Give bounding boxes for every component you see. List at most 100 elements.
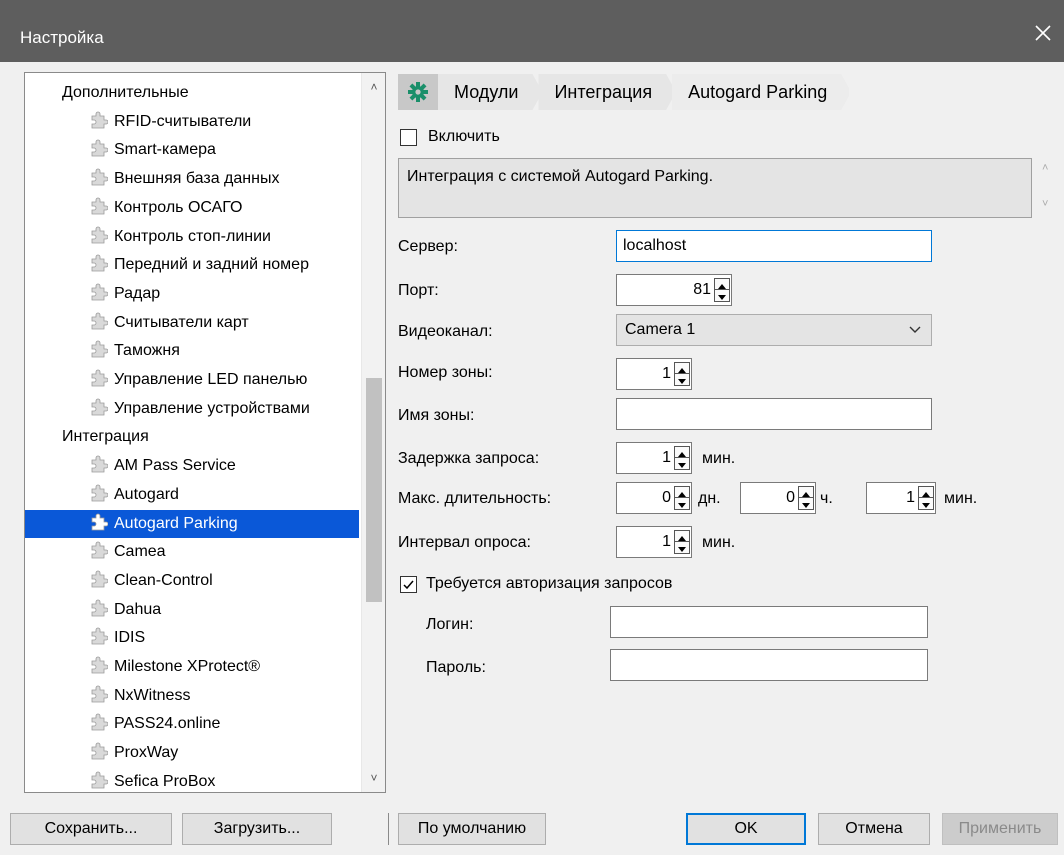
plugin-icon — [91, 599, 108, 616]
tree-item[interactable]: PASS24.online — [25, 710, 220, 738]
tree-item[interactable]: IDIS — [25, 624, 145, 652]
spin-up-icon[interactable] — [715, 279, 729, 290]
port-value[interactable]: 81 — [693, 275, 711, 305]
tree-item-label: Camea — [114, 543, 166, 561]
breadcrumb-modules[interactable]: Модули — [438, 74, 542, 110]
max-duration-minutes-spinner[interactable]: 1 — [866, 482, 936, 514]
tree-category[interactable]: Дополнительные — [25, 79, 189, 107]
gear-icon[interactable] — [398, 74, 438, 110]
tree-item[interactable]: Autogard — [25, 481, 179, 509]
zone-name-input[interactable] — [616, 398, 932, 430]
tree-item[interactable]: Управление устройствами — [25, 395, 310, 423]
spin-up-icon[interactable] — [675, 363, 689, 374]
enable-label[interactable]: Включить — [428, 127, 500, 147]
plugin-icon — [91, 513, 108, 530]
tree-item-label: Интеграция — [62, 428, 149, 446]
chevron-down-icon[interactable] — [909, 325, 921, 335]
tree-item[interactable]: ProxWay — [25, 739, 178, 767]
poll-interval-unit: мин. — [702, 534, 736, 551]
spin-down-icon[interactable] — [675, 458, 689, 469]
tree-item[interactable]: Dahua — [25, 596, 161, 624]
tree-item[interactable]: Радар — [25, 280, 160, 308]
tree-item[interactable]: Контроль ОСАГО — [25, 194, 242, 222]
tree-item[interactable]: Milestone XProtect® — [25, 653, 260, 681]
tree-item-label: Считыватели карт — [114, 313, 249, 331]
tree-item-label: IDIS — [114, 629, 146, 647]
tree-item[interactable]: Autogard Parking — [25, 509, 359, 538]
tree-item-label: Контроль стоп-линии — [114, 227, 271, 245]
plugin-icon — [91, 484, 108, 502]
breadcrumb-integration[interactable]: Интеграция — [538, 74, 676, 110]
tree-item[interactable]: Таможня — [25, 337, 180, 365]
tree-item[interactable]: Clean-Control — [25, 567, 213, 595]
spin-down-icon[interactable] — [675, 374, 689, 385]
poll-interval-value[interactable]: 1 — [662, 527, 671, 557]
tree-item[interactable]: AM Pass Service — [25, 452, 236, 480]
request-delay-unit: мин. — [702, 450, 736, 467]
tree-item[interactable]: RFID-считыватели — [25, 108, 251, 136]
request-delay-value[interactable]: 1 — [662, 443, 671, 473]
tree-item-label: Dahua — [114, 600, 162, 618]
zone-number-value[interactable]: 1 — [662, 359, 671, 389]
spin-down-icon[interactable] — [799, 498, 813, 509]
ok-button[interactable]: OK — [686, 813, 806, 845]
breadcrumb-autogard-parking[interactable]: Autogard Parking — [672, 74, 851, 110]
spin-up-icon[interactable] — [675, 447, 689, 458]
scroll-up-icon[interactable]: ˄ — [362, 75, 385, 99]
defaults-button[interactable]: По умолчанию — [398, 813, 546, 845]
tree-item-label: Clean-Control — [114, 571, 213, 589]
cancel-button[interactable]: Отмена — [818, 813, 930, 845]
tree-item[interactable]: Smart-камера — [25, 136, 216, 164]
login-input[interactable] — [610, 606, 928, 638]
tree-category[interactable]: Интеграция — [25, 423, 149, 451]
spin-up-icon[interactable] — [675, 487, 689, 498]
spin-down-icon[interactable] — [675, 542, 689, 553]
tree-item-label: Внешняя база данных — [114, 170, 280, 188]
description-scrollbar[interactable]: ˄ ˅ — [1036, 158, 1058, 218]
max-duration-hours-value[interactable]: 0 — [786, 483, 795, 513]
chevron-up-icon[interactable]: ˄ — [1042, 162, 1048, 174]
poll-interval-spinner[interactable]: 1 — [616, 526, 692, 558]
request-delay-spinner[interactable]: 1 — [616, 442, 692, 474]
zone-number-spinner[interactable]: 1 — [616, 358, 692, 390]
tree-item[interactable]: Camea — [25, 538, 166, 566]
plugin-icon — [91, 340, 108, 358]
auth-required-label[interactable]: Требуется авторизация запросов — [426, 574, 672, 594]
max-duration-hours-spinner[interactable]: 0 — [740, 482, 816, 514]
plugin-icon — [91, 254, 108, 272]
tree-item[interactable]: Передний и задний номер — [25, 251, 309, 279]
server-input[interactable]: localhost — [616, 230, 932, 262]
save-button[interactable]: Сохранить... — [10, 813, 172, 845]
port-spinner[interactable]: 81 — [616, 274, 732, 306]
spin-up-icon[interactable] — [919, 487, 933, 498]
max-duration-minutes-value[interactable]: 1 — [906, 483, 915, 513]
tree-item[interactable]: Управление LED панелью — [25, 366, 307, 394]
tree-item[interactable]: NxWitness — [25, 682, 190, 710]
load-button[interactable]: Загрузить... — [182, 813, 332, 845]
spin-down-icon[interactable] — [919, 498, 933, 509]
button-divider — [388, 813, 389, 845]
spin-up-icon[interactable] — [675, 531, 689, 542]
video-channel-select[interactable]: Camera 1 — [616, 314, 932, 346]
login-label: Логин: — [426, 616, 474, 633]
max-duration-days-value[interactable]: 0 — [662, 483, 671, 513]
chevron-down-icon[interactable]: ˅ — [1042, 198, 1048, 210]
tree-item[interactable]: Считыватели карт — [25, 309, 249, 337]
enable-checkbox[interactable] — [400, 129, 417, 146]
max-duration-days-spinner[interactable]: 0 — [616, 482, 692, 514]
spin-up-icon[interactable] — [799, 487, 813, 498]
scroll-thumb[interactable] — [366, 378, 382, 602]
plugin-icon — [91, 197, 108, 215]
password-input[interactable] — [610, 649, 928, 681]
close-icon[interactable] — [1030, 20, 1056, 46]
scroll-down-icon[interactable]: ˅ — [362, 766, 385, 790]
auth-required-checkbox[interactable] — [400, 576, 417, 593]
tree-item[interactable]: Контроль стоп-линии — [25, 223, 271, 251]
tree-item[interactable]: Внешняя база данных — [25, 165, 279, 193]
spin-down-icon[interactable] — [715, 290, 729, 301]
apply-button[interactable]: Применить — [942, 813, 1058, 845]
tree-scrollbar[interactable]: ˄ ˅ — [361, 73, 385, 792]
tree-item[interactable]: Sefica ProBox — [25, 768, 215, 792]
spin-down-icon[interactable] — [675, 498, 689, 509]
port-label: Порт: — [398, 282, 439, 299]
